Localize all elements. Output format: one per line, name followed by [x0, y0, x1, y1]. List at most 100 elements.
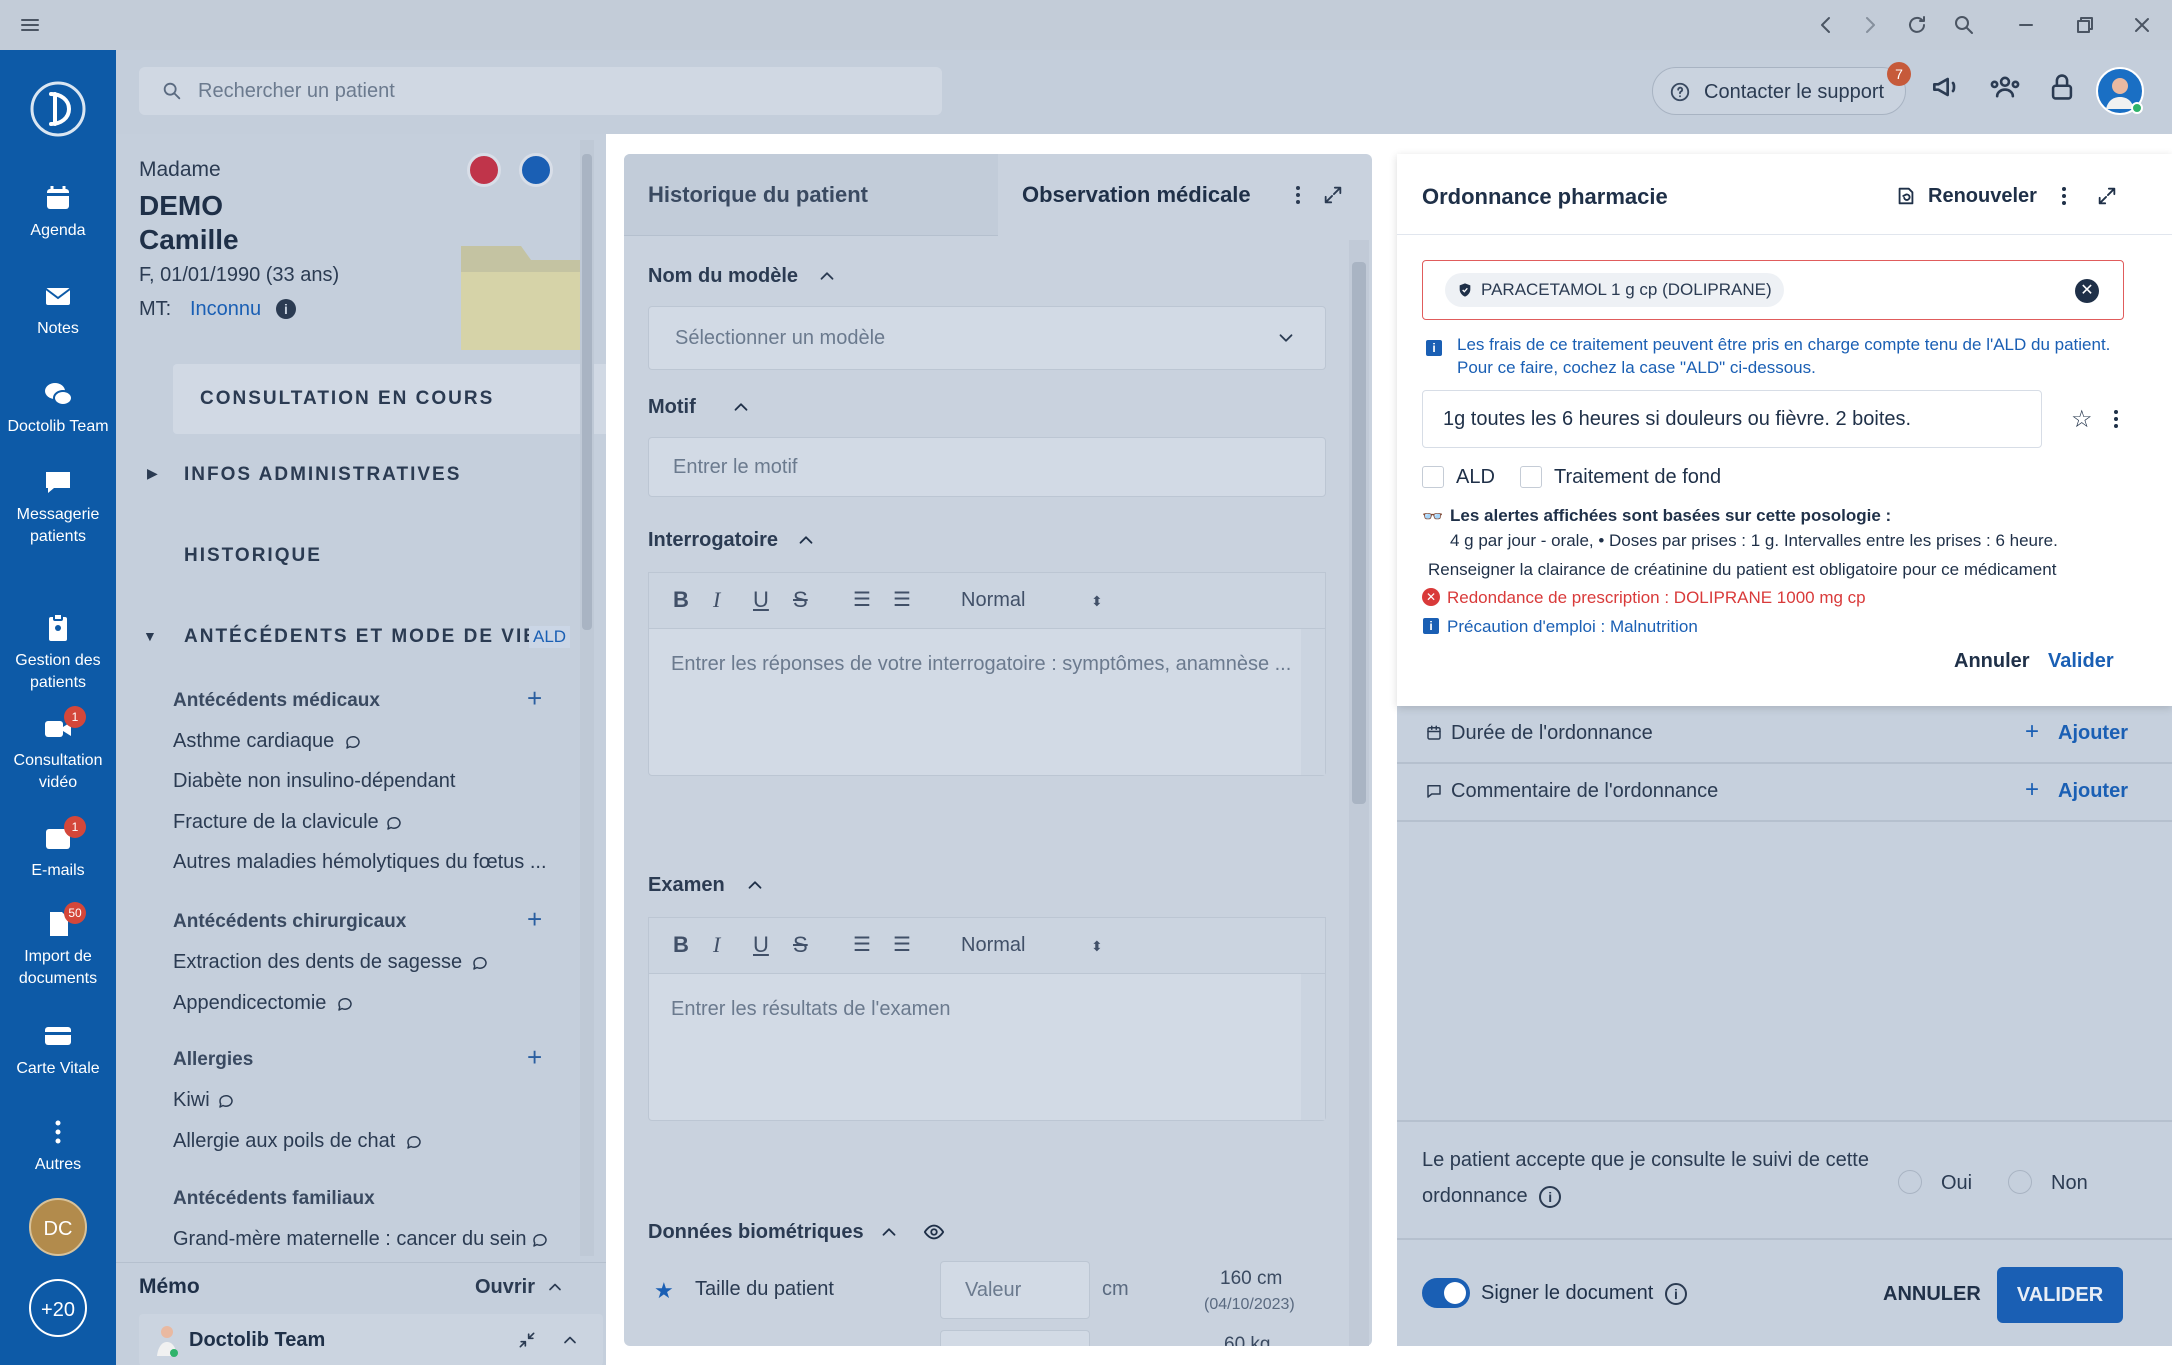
list-item[interactable]: Asthme cardiaque [173, 730, 334, 753]
comment-icon[interactable] [344, 733, 362, 751]
bold-icon[interactable]: B [673, 932, 689, 958]
sign-toggle[interactable] [1422, 1278, 1470, 1308]
duration-row[interactable]: Durée de l'ordonnance + Ajouter [1397, 706, 2172, 764]
chevron-up-icon[interactable] [560, 1330, 580, 1350]
plus-icon[interactable]: + [2025, 776, 2039, 804]
renew-button[interactable]: Renouveler [1928, 185, 2037, 208]
list-item[interactable]: Diabète non insulino-dépendant [173, 770, 455, 793]
interrogatoire-textarea[interactable]: Entrer les réponses de votre interrogato… [648, 628, 1326, 776]
announcement-megaphone-icon[interactable] [1929, 71, 1961, 103]
mt-value-link[interactable]: Inconnu [190, 298, 261, 321]
observation-scrollbar[interactable] [1349, 240, 1369, 1346]
ordered-list-icon[interactable]: ☰ [853, 587, 871, 612]
lock-icon[interactable] [2048, 71, 2076, 103]
add-surgical-history-plus-icon[interactable]: + [527, 904, 542, 935]
select-arrows-icon[interactable]: ⬍ [1091, 593, 1103, 610]
chevron-up-icon[interactable] [816, 265, 838, 287]
memo-open-button[interactable]: Ouvrir [475, 1276, 535, 1299]
paragraph-format-select[interactable]: Normal [961, 934, 1025, 957]
expand-icon[interactable] [2096, 185, 2118, 207]
list-item[interactable]: Autres maladies hémolytiques du fœtus ..… [173, 851, 547, 874]
bullet-list-icon[interactable]: ☰ [893, 587, 911, 612]
alert-badge-icon[interactable] [467, 153, 501, 187]
nav-consultation-video[interactable]: 1 Consultation vidéo [0, 706, 116, 794]
cancel-document-button[interactable]: ANNULER [1883, 1283, 1981, 1306]
team-users-icon[interactable] [1988, 71, 2022, 103]
eye-icon[interactable] [922, 1221, 946, 1243]
drug-field[interactable]: PARACETAMOL 1 g cp (DOLIPRANE) ✕ [1422, 260, 2124, 320]
list-item[interactable]: Appendicectomie [173, 992, 326, 1015]
alert-redundancy[interactable]: Redondance de prescription : DOLIPRANE 1… [1447, 588, 1866, 608]
model-select[interactable]: Sélectionner un modèle [648, 306, 1326, 370]
comment-icon[interactable] [531, 1231, 549, 1249]
height-value-input[interactable]: Valeur [940, 1261, 1090, 1319]
underline-icon[interactable]: U [753, 587, 769, 613]
examen-textarea[interactable]: Entrer les résultats de l'examen [648, 973, 1326, 1121]
collapse-arrows-icon[interactable] [517, 1330, 537, 1350]
chevron-up-icon[interactable] [545, 1277, 565, 1297]
italic-icon[interactable]: I [713, 932, 720, 958]
star-filled-icon[interactable]: ★ [654, 1278, 674, 1304]
info-icon[interactable]: i [276, 299, 296, 319]
chevron-up-icon[interactable] [795, 529, 817, 551]
expand-icon[interactable] [1322, 184, 1344, 206]
nav-emails[interactable]: 1 E-mails [0, 816, 116, 882]
cancel-button[interactable]: Annuler [1954, 650, 2030, 673]
section-current-consultation[interactable]: CONSULTATION EN COURS [173, 364, 606, 434]
bold-icon[interactable]: B [673, 587, 689, 613]
add-comment-button[interactable]: Ajouter [2058, 780, 2128, 803]
doctolib-logo[interactable] [27, 78, 89, 140]
more-vertical-icon[interactable] [1288, 184, 1308, 206]
hamburger-menu-icon[interactable] [18, 13, 42, 37]
nav-agenda[interactable]: Agenda [0, 182, 116, 242]
motif-input[interactable]: Entrer le motif [648, 437, 1326, 497]
nav-messagerie[interactable]: Messagerie patients [0, 466, 116, 548]
nav-autres[interactable]: Autres [0, 1116, 116, 1176]
info-icon[interactable]: i [1539, 1185, 1562, 1208]
textarea-scrollbar[interactable] [1301, 974, 1325, 1120]
chevron-up-icon[interactable] [730, 396, 752, 418]
validate-document-button[interactable]: VALIDER [1997, 1267, 2123, 1323]
strikethrough-icon[interactable]: S [793, 932, 808, 958]
team-chat-bar[interactable]: Doctolib Team [139, 1314, 603, 1365]
forward-arrow-icon[interactable] [1858, 13, 1882, 37]
drug-chip[interactable]: PARACETAMOL 1 g cp (DOLIPRANE) [1445, 273, 1784, 307]
chevron-up-icon[interactable] [744, 874, 766, 896]
bullet-list-icon[interactable]: ☰ [893, 932, 911, 957]
nav-carte-vitale[interactable]: Carte Vitale [0, 1020, 116, 1080]
comment-row[interactable]: Commentaire de l'ordonnance + Ajouter [1397, 764, 2172, 822]
radio-no[interactable] [2008, 1170, 2032, 1194]
list-item[interactable]: Kiwi [173, 1089, 210, 1112]
user-avatar[interactable]: DC [29, 1198, 87, 1256]
background-treatment-checkbox[interactable] [1520, 466, 1542, 488]
underline-icon[interactable]: U [753, 932, 769, 958]
add-medical-history-plus-icon[interactable]: + [527, 683, 542, 714]
patient-panel-scrollbar[interactable] [580, 140, 594, 1256]
tab-patient-history[interactable]: Historique du patient [624, 154, 998, 236]
comment-icon[interactable] [217, 1092, 235, 1110]
validate-button[interactable]: Valider [2048, 650, 2114, 673]
plus-icon[interactable]: + [2025, 718, 2039, 746]
italic-icon[interactable]: I [713, 587, 720, 613]
list-item[interactable]: Allergie aux poils de chat [173, 1130, 395, 1153]
doctor-avatar[interactable] [2096, 67, 2144, 115]
list-item[interactable]: Grand-mère maternelle : cancer du sein [173, 1228, 527, 1251]
renew-icon[interactable] [1895, 185, 1917, 207]
weight-value-input[interactable] [940, 1330, 1090, 1346]
clear-drug-icon[interactable]: ✕ [2075, 279, 2099, 303]
list-item[interactable]: Extraction des dents de sagesse [173, 951, 462, 974]
patient-search-input[interactable]: Rechercher un patient [139, 67, 942, 115]
comment-icon[interactable] [405, 1133, 423, 1151]
restore-window-icon[interactable] [2073, 13, 2097, 37]
nav-doctolib-team[interactable]: Doctolib Team [0, 378, 116, 438]
more-apps-button[interactable]: +20 [29, 1279, 87, 1337]
comment-icon[interactable] [471, 954, 489, 972]
textarea-scrollbar[interactable] [1301, 629, 1325, 775]
comment-icon[interactable] [385, 814, 403, 832]
tab-medical-observation[interactable]: Observation médicale [998, 154, 1372, 236]
list-item[interactable]: Fracture de la clavicule [173, 811, 379, 834]
minimize-icon[interactable] [2014, 13, 2038, 37]
scrollbar-thumb[interactable] [1352, 262, 1366, 804]
chevron-up-icon[interactable] [878, 1221, 900, 1243]
back-arrow-icon[interactable] [1814, 13, 1838, 37]
